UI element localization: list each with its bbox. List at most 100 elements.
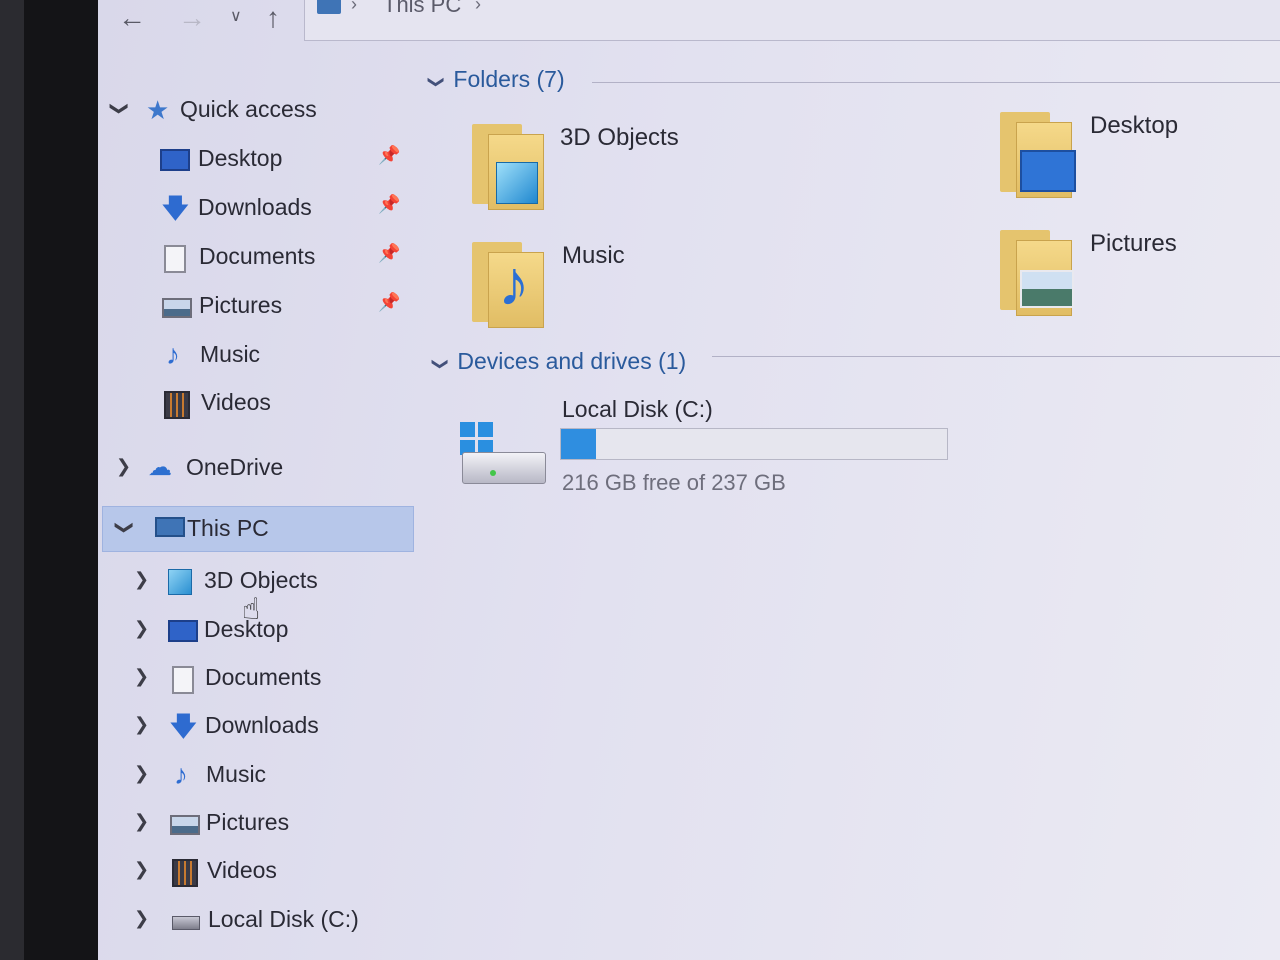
drive-usage-bar — [560, 428, 948, 460]
drive-usage-fill — [561, 429, 596, 459]
expand-chevron-icon[interactable]: ❯ — [134, 763, 149, 784]
drive-name[interactable]: Local Disk (C:) — [562, 396, 713, 423]
desktop-icon — [160, 149, 190, 171]
sidebar-item-pictures[interactable]: ❯ Pictures — [98, 801, 416, 845]
star-icon: ★ — [146, 95, 170, 125]
recent-locations-chevron-icon[interactable]: ∨ — [230, 6, 242, 26]
back-arrow-icon[interactable]: ← — [118, 2, 146, 34]
navigation-pane: ❯ ★ Quick access Desktop 📌 🡇 Downloads 📌… — [98, 42, 416, 960]
file-explorer-window: ← → ∨ ↑ › This PC › ❯ ★ Quick access Des… — [98, 0, 1280, 960]
expand-chevron-icon[interactable]: ❯ — [116, 456, 131, 477]
hard-drive-icon — [462, 452, 546, 484]
sidebar-item-label: 3D Objects — [204, 567, 318, 593]
sidebar-item-label: Music — [200, 341, 261, 367]
downloads-icon: 🡇 — [170, 711, 197, 741]
sidebar-item-label: OneDrive — [186, 454, 284, 480]
content-pane: ❯ Folders (7) 3D Objects Desktop ♪ Music… — [416, 42, 1280, 960]
sidebar-item-pictures[interactable]: Pictures 📌 — [98, 284, 416, 328]
3d-objects-icon — [168, 569, 192, 595]
pictures-icon — [162, 298, 192, 318]
sidebar-item-label: This PC — [187, 515, 269, 541]
sidebar-item-label: Music — [206, 761, 267, 787]
monitor-bezel-strip — [24, 0, 100, 960]
videos-icon — [164, 391, 190, 419]
expand-chevron-icon[interactable]: ❯ — [134, 666, 149, 687]
monitor-bezel — [0, 0, 24, 960]
3d-objects-folder-icon — [468, 124, 544, 210]
folder-name: 3D Objects — [560, 124, 679, 151]
windows-logo-icon — [460, 422, 494, 456]
documents-icon — [164, 245, 186, 273]
folder-3d-objects[interactable]: 3D Objects — [468, 124, 908, 234]
folder-name: Desktop — [1090, 112, 1179, 139]
sidebar-item-downloads[interactable]: 🡇 Downloads 📌 — [98, 186, 416, 230]
sidebar-item-music[interactable]: ♪ Music — [98, 333, 416, 377]
expand-chevron-icon[interactable]: ❯ — [114, 520, 135, 535]
folders-group-header[interactable]: ❯ Folders (7) — [427, 66, 565, 93]
sidebar-item-label: Documents — [199, 243, 316, 269]
folder-desktop[interactable]: Desktop — [996, 112, 1280, 222]
sidebar-item-documents[interactable]: ❯ Documents — [98, 656, 416, 700]
sidebar-item-label: Local Disk (C:) — [208, 906, 359, 932]
expand-chevron-icon[interactable]: ❯ — [134, 569, 149, 590]
breadcrumb-separator-icon[interactable]: › — [475, 0, 481, 15]
expand-chevron-icon[interactable]: ❯ — [134, 618, 149, 639]
sidebar-item-label: Quick access — [180, 96, 317, 122]
sidebar-item-documents[interactable]: Documents 📌 — [98, 235, 416, 279]
pin-icon[interactable]: 📌 — [378, 243, 400, 264]
sidebar-item-label: Documents — [205, 664, 322, 690]
windows-drive-icon[interactable] — [460, 422, 550, 492]
pin-icon[interactable]: 📌 — [378, 145, 400, 166]
sidebar-item-label: Videos — [207, 857, 277, 883]
sidebar-item-label: Videos — [201, 389, 271, 415]
collapse-chevron-icon[interactable]: ❯ — [431, 357, 451, 370]
sidebar-item-videos[interactable]: Videos — [98, 381, 416, 425]
sidebar-item-label: Downloads — [198, 194, 312, 220]
expand-chevron-icon[interactable]: ❯ — [134, 714, 149, 735]
group-divider — [592, 82, 1280, 83]
downloads-icon: 🡇 — [162, 193, 189, 223]
devices-group-title: Devices and drives (1) — [457, 348, 687, 374]
drive-icon — [172, 916, 200, 930]
collapse-chevron-icon[interactable]: ❯ — [427, 75, 447, 88]
expand-chevron-icon[interactable]: ❯ — [134, 811, 149, 832]
group-divider — [712, 356, 1280, 357]
pictures-icon — [170, 815, 200, 835]
drive-led-icon — [490, 470, 496, 476]
breadcrumb-this-pc[interactable]: This PC — [383, 0, 461, 18]
sidebar-item-label: Pictures — [206, 809, 290, 835]
sidebar-item-quick-access[interactable]: ❯ ★ Quick access — [98, 88, 416, 132]
pin-icon[interactable]: 📌 — [378, 292, 400, 313]
expand-chevron-icon[interactable]: ❯ — [109, 101, 130, 116]
breadcrumb-separator-icon[interactable]: › — [351, 0, 357, 15]
sidebar-item-onedrive[interactable]: ❯ ☁ OneDrive — [98, 446, 416, 490]
sidebar-item-label: Downloads — [205, 712, 319, 738]
sidebar-item-videos[interactable]: ❯ Videos — [98, 849, 416, 893]
sidebar-item-label: Pictures — [199, 292, 283, 318]
pin-icon[interactable]: 📌 — [378, 194, 400, 215]
this-pc-icon — [317, 0, 341, 14]
sidebar-item-desktop[interactable]: Desktop 📌 — [98, 137, 416, 181]
sidebar-item-label: Desktop — [198, 145, 283, 171]
sidebar-item-local-disk[interactable]: ❯ Local Disk (C:) — [98, 898, 416, 942]
music-folder-icon: ♪ — [468, 242, 544, 328]
folder-pictures[interactable]: Pictures — [996, 230, 1280, 340]
folder-music[interactable]: ♪ Music — [468, 242, 908, 352]
hand-cursor-icon: ☝ — [242, 593, 261, 626]
devices-group-header[interactable]: ❯ Devices and drives (1) — [431, 348, 687, 375]
address-bar[interactable]: › This PC › — [304, 0, 1280, 41]
music-icon: ♪ — [166, 339, 180, 370]
folder-name: Pictures — [1090, 230, 1177, 257]
expand-chevron-icon[interactable]: ❯ — [134, 908, 149, 929]
music-icon: ♪ — [174, 759, 188, 790]
forward-arrow-icon[interactable]: → — [178, 2, 206, 34]
videos-icon — [172, 859, 198, 887]
sidebar-item-downloads[interactable]: ❯ 🡇 Downloads — [98, 704, 416, 748]
sidebar-item-music[interactable]: ❯ ♪ Music — [98, 753, 416, 797]
sidebar-item-this-pc[interactable]: ❯ This PC — [102, 506, 414, 552]
expand-chevron-icon[interactable]: ❯ — [134, 859, 149, 880]
folders-group-title: Folders (7) — [453, 66, 565, 92]
desktop-icon — [168, 620, 198, 642]
up-arrow-icon[interactable]: ↑ — [266, 2, 280, 34]
cloud-icon: ☁ — [148, 454, 172, 481]
